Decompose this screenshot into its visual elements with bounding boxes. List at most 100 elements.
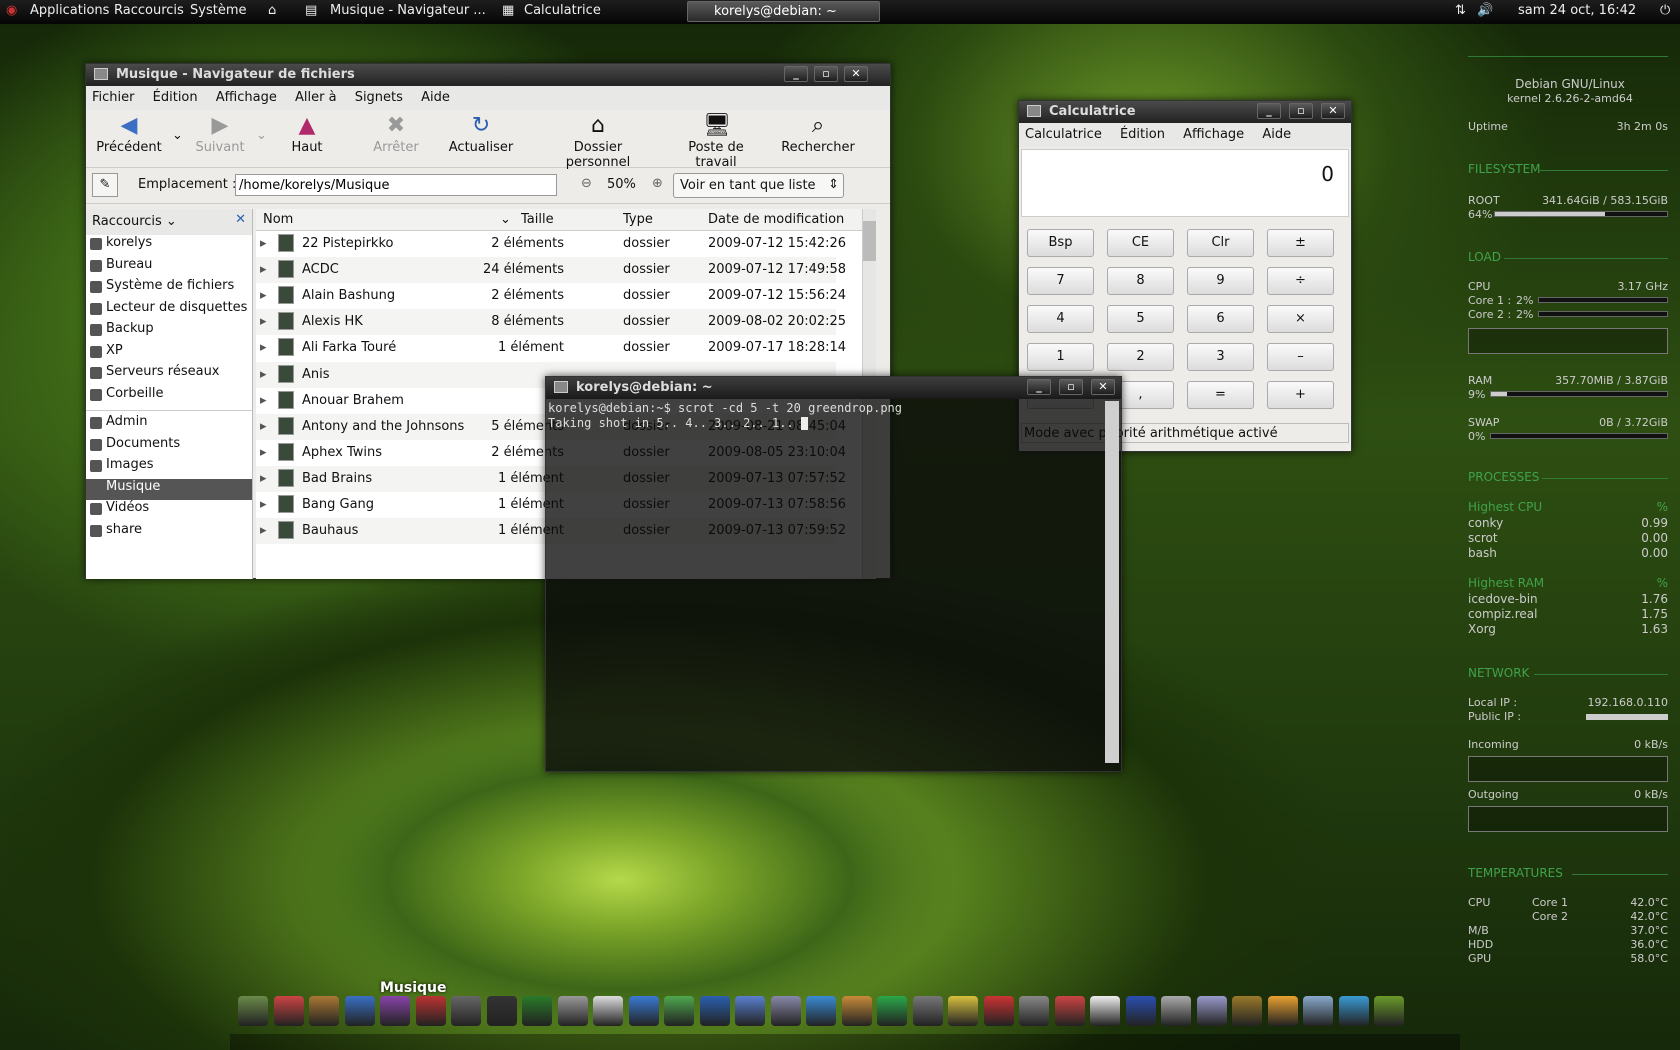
expander-icon[interactable]: ▸: [260, 393, 267, 408]
expander-icon[interactable]: ▸: [260, 523, 267, 538]
menu-view[interactable]: Affichage: [216, 90, 277, 105]
dock-launcher-icon[interactable]: [238, 996, 268, 1026]
calc-key[interactable]: CE: [1107, 229, 1174, 257]
back-button[interactable]: ◀ Précédent: [94, 114, 164, 156]
calc-menu-view[interactable]: Affichage: [1183, 127, 1244, 142]
computer-button[interactable]: 🖥 Poste de travail: [668, 114, 764, 171]
table-row[interactable]: ▸ ACDC 24 éléments dossier 2009-07-12 17:49:…: [256, 257, 846, 284]
menu-edit[interactable]: Édition: [153, 90, 198, 105]
dock-launcher-icon[interactable]: [806, 996, 836, 1026]
expander-icon[interactable]: ▸: [260, 471, 267, 486]
zoom-in-icon[interactable]: ⊕: [652, 176, 663, 191]
search-button[interactable]: ⌕ Rechercher: [778, 114, 858, 156]
close-sidebar-icon[interactable]: ✕: [235, 212, 246, 227]
reload-button[interactable]: ↻ Actualiser: [446, 114, 516, 156]
expander-icon[interactable]: ▸: [260, 497, 267, 512]
task-terminal[interactable]: korelys@debian: ~: [687, 1, 880, 22]
expander-icon[interactable]: ▸: [260, 262, 267, 277]
dock-launcher-icon[interactable]: [699, 996, 730, 1026]
table-row[interactable]: ▸ Alain Bashung 2 éléments dossier 2009-07-1…: [256, 283, 846, 310]
edit-location-toggle-icon[interactable]: ✎: [92, 173, 118, 197]
table-row[interactable]: ▸ Alexis HK 8 éléments dossier 2009-08-02 20…: [256, 309, 846, 336]
home-button[interactable]: ⌂ Dossier personnel: [541, 114, 655, 171]
dock-launcher-icon[interactable]: [1338, 996, 1369, 1026]
home-launcher-icon[interactable]: ⌂: [268, 3, 276, 18]
column-date[interactable]: Date de modification: [708, 212, 844, 227]
calc-key[interactable]: ×: [1267, 305, 1334, 333]
sidebar-item[interactable]: Bureau: [86, 257, 252, 279]
calc-maximize-button[interactable]: ▫: [1289, 103, 1313, 119]
sidebar-item[interactable]: Serveurs réseaux: [86, 364, 252, 386]
sidebar-item[interactable]: Lecteur de disquettes: [86, 300, 252, 322]
sidebar-bookmark[interactable]: Admin: [86, 414, 252, 436]
term-close-button[interactable]: ✕: [1091, 379, 1115, 395]
calc-menu-edit[interactable]: Édition: [1120, 127, 1165, 142]
sidebar-bookmark[interactable]: Images: [86, 457, 252, 479]
term-minimize-button[interactable]: _: [1027, 379, 1051, 395]
close-button[interactable]: ✕: [844, 66, 868, 82]
calc-key[interactable]: 2: [1107, 343, 1174, 371]
system-menu[interactable]: Système: [190, 3, 246, 18]
calc-key[interactable]: 9: [1187, 267, 1254, 295]
calc-key[interactable]: +: [1267, 381, 1334, 409]
dock-launcher-icon[interactable]: [948, 996, 978, 1026]
dock-launcher-icon[interactable]: [309, 996, 339, 1026]
dock-launcher-icon[interactable]: [877, 996, 907, 1026]
dock-launcher-icon[interactable]: [841, 996, 872, 1026]
dock-launcher-icon[interactable]: [451, 996, 481, 1026]
dock-launcher-icon[interactable]: [380, 996, 410, 1026]
stop-button[interactable]: ✖ Arrêter: [366, 114, 426, 156]
file-manager-titlebar[interactable]: Musique - Navigateur de fichiers _ ▫ ✕: [86, 64, 890, 86]
location-input[interactable]: [235, 174, 557, 196]
calc-key[interactable]: 3: [1187, 343, 1254, 371]
dock-launcher-icon[interactable]: [1019, 996, 1049, 1026]
back-history-chevron-icon[interactable]: ⌄: [172, 128, 183, 143]
dock-launcher-icon[interactable]: [1267, 996, 1298, 1026]
dock-launcher-icon[interactable]: [912, 996, 943, 1026]
column-name[interactable]: Nom: [263, 212, 293, 227]
sidebar-header[interactable]: Raccourcis ⌄ ✕: [86, 209, 252, 235]
expander-icon[interactable]: ▸: [260, 419, 267, 434]
dock-launcher-icon[interactable]: [1054, 996, 1085, 1026]
sidebar-bookmark[interactable]: share: [86, 522, 252, 544]
expander-icon[interactable]: ▸: [260, 314, 267, 329]
dock-launcher-icon[interactable]: [593, 996, 623, 1026]
calc-key[interactable]: 4: [1027, 305, 1094, 333]
volume-icon[interactable]: 🔊: [1477, 3, 1493, 18]
calc-menu-help[interactable]: Aide: [1262, 127, 1291, 142]
dock-launcher-icon[interactable]: [1196, 996, 1227, 1026]
terminal-scrollbar[interactable]: [1105, 401, 1119, 763]
sidebar-bookmark[interactable]: Vidéos: [86, 500, 252, 522]
expander-icon[interactable]: ▸: [260, 367, 267, 382]
expander-icon[interactable]: ▸: [260, 288, 267, 303]
dock-launcher-icon[interactable]: [628, 996, 659, 1026]
dock-launcher-icon[interactable]: [983, 996, 1014, 1026]
calc-key[interactable]: 5: [1107, 305, 1174, 333]
task-calc[interactable]: Calculatrice: [524, 3, 601, 18]
dock-launcher-icon[interactable]: [344, 996, 375, 1026]
shortcuts-menu[interactable]: Raccourcis: [114, 3, 184, 18]
terminal-output[interactable]: korelys@debian:~$ scrot -cd 5 -t 20 gree…: [546, 399, 1121, 433]
calc-key[interactable]: ÷: [1267, 267, 1334, 295]
sidebar-item[interactable]: Système de fichiers: [86, 278, 252, 300]
table-row[interactable]: ▸ Ali Farka Touré 1 élément dossier 2009-07-…: [256, 335, 846, 362]
dock-launcher-icon[interactable]: [273, 996, 304, 1026]
dock-launcher-icon[interactable]: [1374, 996, 1404, 1026]
dock-launcher-icon[interactable]: [664, 996, 694, 1026]
dock-launcher-icon[interactable]: [1125, 996, 1156, 1026]
calculator-titlebar[interactable]: Calculatrice _ ▫ ✕: [1019, 101, 1351, 123]
calc-key[interactable]: 8: [1107, 267, 1174, 295]
applications-menu[interactable]: Applications: [30, 3, 109, 18]
menu-file[interactable]: Fichier: [92, 90, 135, 105]
scrollbar-thumb[interactable]: [863, 221, 876, 261]
sidebar-item[interactable]: XP: [86, 343, 252, 365]
sidebar-item[interactable]: Backup: [86, 321, 252, 343]
terminal-titlebar[interactable]: korelys@debian: ~ _ ▫ ✕: [546, 377, 1121, 399]
column-type[interactable]: Type: [623, 212, 653, 227]
calc-key[interactable]: ±: [1267, 229, 1334, 257]
dock-launcher-icon[interactable]: [415, 996, 446, 1026]
power-icon[interactable]: ⏻: [1660, 3, 1670, 18]
up-button[interactable]: ▲ Haut: [282, 114, 332, 156]
dock-launcher-icon[interactable]: [1090, 996, 1120, 1026]
menu-go[interactable]: Aller à: [295, 90, 337, 105]
